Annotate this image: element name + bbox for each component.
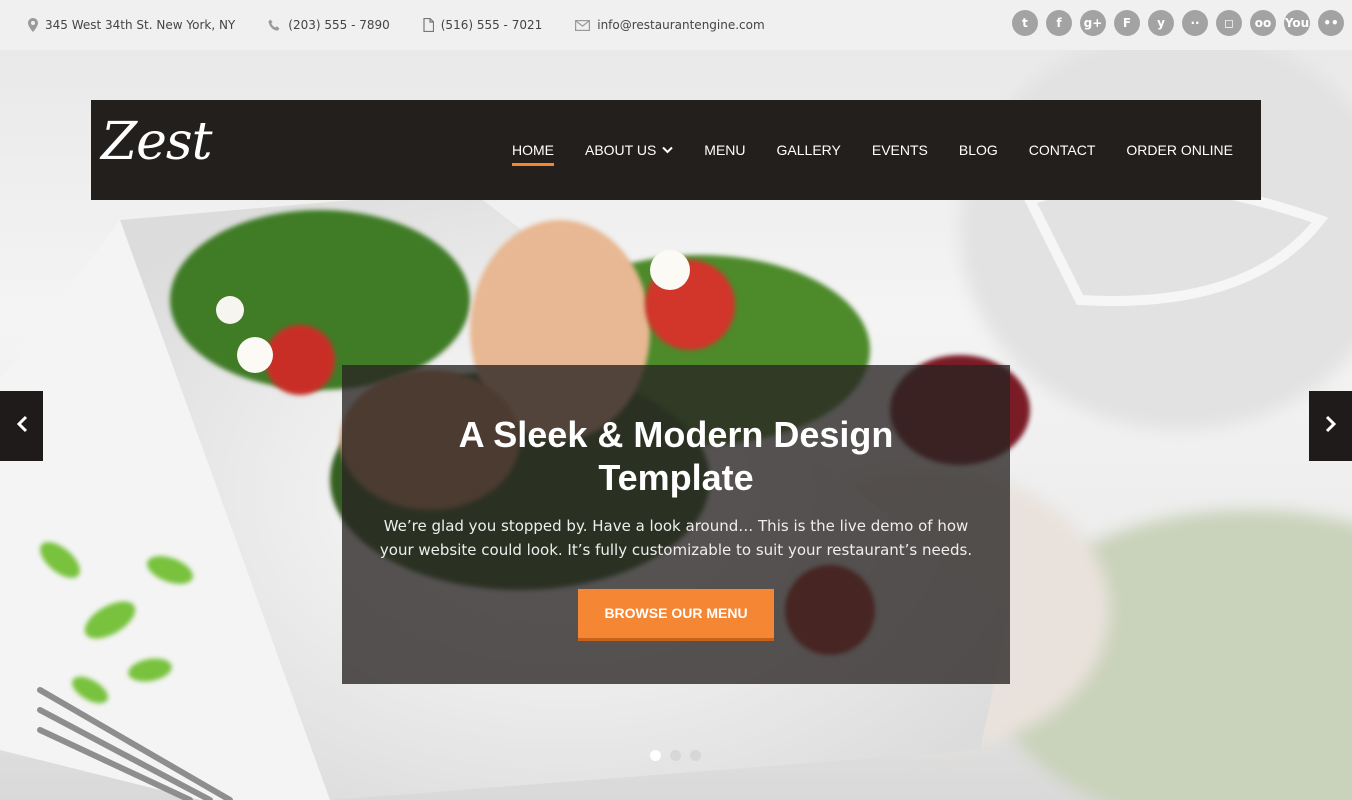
top-bar: 345 West 34th St. New York, NY (203) 555… — [0, 0, 1352, 50]
phone-text: (203) 555 - 7890 — [288, 18, 390, 32]
contact-phone[interactable]: (203) 555 - 7890 — [268, 18, 390, 32]
nav-contact-label: CONTACT — [1028, 142, 1096, 158]
foursquare-icon[interactable]: F — [1114, 10, 1140, 36]
phone-icon — [268, 19, 281, 32]
slider-dot-1[interactable] — [650, 750, 661, 761]
document-icon — [423, 18, 434, 32]
google-plus-icon[interactable]: g+ — [1080, 10, 1106, 36]
nav-events[interactable]: EVENTS — [872, 142, 928, 158]
nav-blog[interactable]: BLOG — [959, 142, 998, 158]
nav-about-us[interactable]: ABOUT US — [584, 142, 674, 158]
site-header: Zest HOME ABOUT US MENU GALLERY EVENTS B… — [91, 100, 1261, 200]
contact-address: 345 West 34th St. New York, NY — [28, 18, 235, 32]
site-logo[interactable]: Zest — [101, 112, 212, 172]
facebook-icon[interactable]: f — [1046, 10, 1072, 36]
twitter-icon[interactable]: t — [1012, 10, 1038, 36]
fax-text: (516) 555 - 7021 — [440, 18, 543, 32]
nav-order-online-label: ORDER ONLINE — [1126, 142, 1233, 158]
main-nav: HOME ABOUT US MENU GALLERY EVENTS BLOG C… — [481, 100, 1233, 200]
flickr-dots-icon[interactable]: ·· — [1182, 10, 1208, 36]
nav-gallery-label: GALLERY — [776, 142, 841, 158]
chevron-down-icon — [662, 146, 674, 154]
nav-home[interactable]: HOME — [511, 142, 554, 166]
youtube-icon[interactable]: You — [1284, 10, 1310, 36]
map-pin-icon — [28, 18, 38, 32]
yelp-icon[interactable]: y — [1148, 10, 1174, 36]
nav-menu-label: MENU — [704, 142, 746, 158]
social-links: t f g+ F y ·· ◻ oo You •• — [1004, 10, 1344, 36]
tripadvisor-icon[interactable]: oo — [1250, 10, 1276, 36]
address-text: 345 West 34th St. New York, NY — [45, 18, 236, 32]
nav-events-label: EVENTS — [871, 142, 928, 158]
slider-dot-3[interactable] — [690, 750, 701, 761]
slide-title: A Sleek & Modern Design Template — [458, 414, 894, 498]
slider-dot-2[interactable] — [670, 750, 681, 761]
nav-menu[interactable]: MENU — [704, 142, 745, 158]
nav-contact[interactable]: CONTACT — [1029, 142, 1096, 158]
contact-list: 345 West 34th St. New York, NY (203) 555… — [0, 18, 798, 32]
contact-email[interactable]: info@restaurantengine.com — [575, 18, 765, 32]
slider-prev-button[interactable] — [0, 391, 43, 461]
chevron-right-icon — [1325, 415, 1337, 438]
slide-caption: A Sleek & Modern Design Template We’re g… — [342, 365, 1010, 684]
flickr-icon[interactable]: •• — [1318, 10, 1344, 36]
instagram-icon[interactable]: ◻ — [1216, 10, 1242, 36]
chevron-left-icon — [16, 415, 28, 438]
nav-home-label: HOME — [511, 142, 554, 158]
nav-about-us-label: ABOUT US — [584, 142, 657, 158]
nav-gallery[interactable]: GALLERY — [777, 142, 841, 158]
slider-next-button[interactable] — [1309, 391, 1352, 461]
slide-text: We’re glad you stopped by. Have a look a… — [379, 517, 973, 559]
email-text: info@restaurantengine.com — [597, 18, 765, 32]
contact-fax: (516) 555 - 7021 — [423, 18, 542, 32]
slider-dots — [650, 750, 710, 761]
nav-blog-label: BLOG — [958, 142, 998, 158]
envelope-icon — [575, 19, 591, 31]
nav-order-online[interactable]: ORDER ONLINE — [1126, 142, 1233, 158]
browse-menu-button[interactable]: BROWSE OUR MENU — [578, 589, 774, 641]
